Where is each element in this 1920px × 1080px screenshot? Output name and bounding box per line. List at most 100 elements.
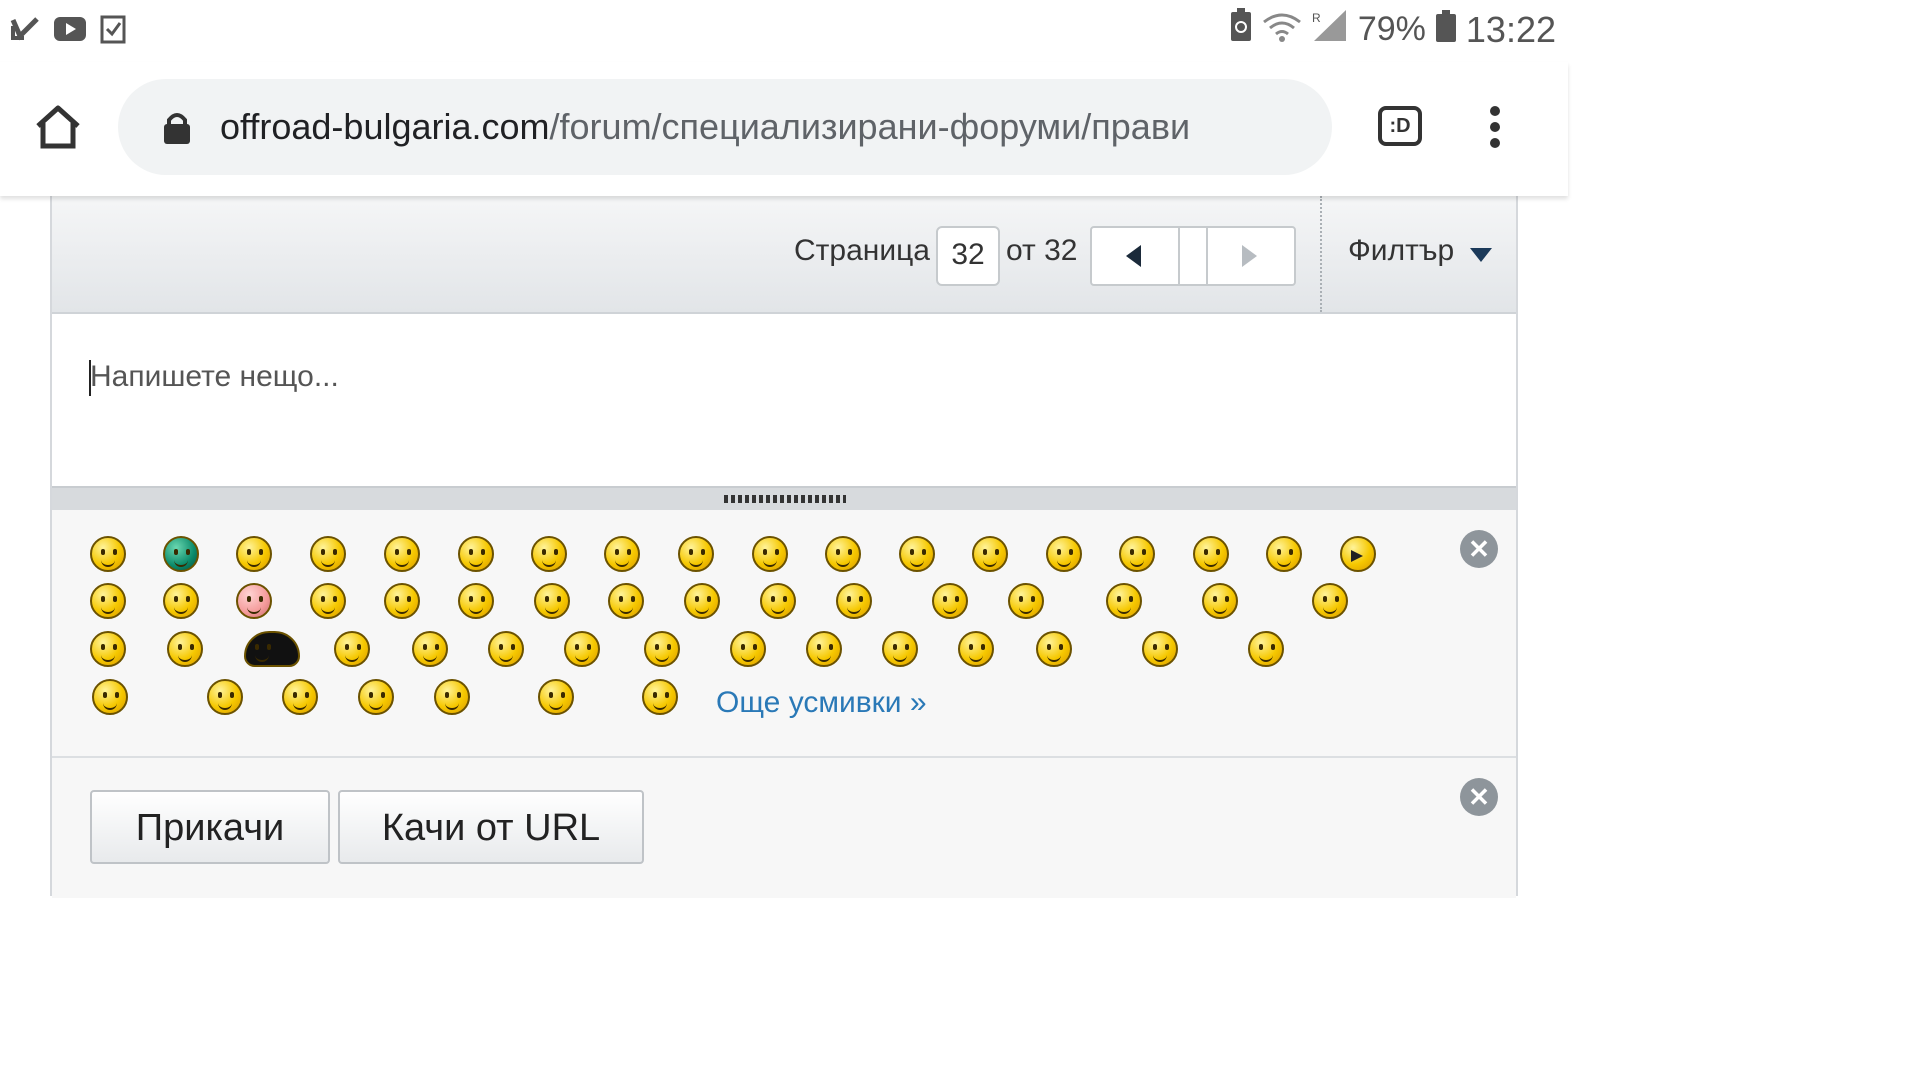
smiley-icon[interactable] <box>531 536 567 572</box>
smiley-icon[interactable] <box>458 583 494 619</box>
status-bar: R 79% 13:22 <box>0 0 1568 62</box>
smiley-icon[interactable] <box>825 536 861 572</box>
check-notification-icon <box>10 14 40 44</box>
smilies-panel: Още усмивки » ✕ <box>52 510 1516 758</box>
smiley-icon[interactable] <box>167 631 203 667</box>
smiley-icon[interactable] <box>932 583 968 619</box>
page-count-label: от 32 <box>1006 234 1078 267</box>
lock-icon[interactable] <box>162 110 192 149</box>
task-icon <box>100 14 126 44</box>
smiley-icon[interactable] <box>1312 583 1348 619</box>
attach-button[interactable]: Прикачи <box>90 790 330 864</box>
smiley-icon[interactable] <box>384 536 420 572</box>
smiley-icon[interactable] <box>1008 583 1044 619</box>
filter-button[interactable]: Филтър <box>1348 234 1454 268</box>
smiley-icon[interactable] <box>564 631 600 667</box>
next-page-button[interactable] <box>1208 228 1294 284</box>
smiley-icon[interactable] <box>1266 536 1302 572</box>
smiley-icon[interactable] <box>236 536 272 572</box>
home-icon[interactable] <box>34 104 82 155</box>
smiley-icon[interactable] <box>1046 536 1082 572</box>
smiley-icon[interactable] <box>760 583 796 619</box>
svg-text:R: R <box>1312 11 1321 25</box>
smiley-icon[interactable] <box>608 583 644 619</box>
smiley-icon[interactable] <box>642 679 678 715</box>
url-path: /forum/специализирани-форуми/прави <box>549 106 1191 147</box>
battery-icon <box>1435 9 1456 51</box>
smiley-icon[interactable] <box>972 536 1008 572</box>
wifi-icon <box>1262 9 1302 51</box>
upload-from-url-button[interactable]: Качи от URL <box>338 790 644 864</box>
page-nav <box>1090 226 1296 286</box>
page-label: Страница <box>794 234 930 267</box>
battery-percent: 79% <box>1357 10 1426 48</box>
status-bar-right: R 79% 13:22 <box>1230 8 1556 51</box>
arrow-left-icon <box>1126 245 1141 267</box>
smiley-icon[interactable] <box>958 631 994 667</box>
smiley-icon[interactable] <box>163 583 199 619</box>
smiley-icon[interactable] <box>730 631 766 667</box>
smiley-icon[interactable] <box>1106 583 1142 619</box>
smiley-icon[interactable] <box>384 583 420 619</box>
smiley-icon[interactable] <box>1202 583 1238 619</box>
url-domain: offroad-bulgaria.com <box>220 106 550 147</box>
smiley-icon[interactable] <box>90 583 126 619</box>
smiley-icon[interactable] <box>836 583 872 619</box>
close-icon[interactable]: ✕ <box>1460 778 1498 816</box>
smiley-icon[interactable] <box>488 631 524 667</box>
smiley-icon[interactable] <box>434 679 470 715</box>
clock: 13:22 <box>1465 8 1556 50</box>
arrow-smiley-icon[interactable] <box>1340 536 1376 572</box>
smiley-icon[interactable] <box>644 631 680 667</box>
smiley-icon[interactable] <box>92 679 128 715</box>
prev-page-button[interactable] <box>1092 228 1180 284</box>
smiley-icon[interactable] <box>1193 536 1229 572</box>
smiley-icon[interactable] <box>604 536 640 572</box>
smiley-icon[interactable] <box>90 536 126 572</box>
smiley-icon[interactable] <box>752 536 788 572</box>
smiley-icon[interactable] <box>412 631 448 667</box>
chevron-down-icon[interactable] <box>1470 248 1492 262</box>
smiley-icon[interactable] <box>282 679 318 715</box>
smiley-icon[interactable] <box>882 631 918 667</box>
signal-icon: R <box>1312 9 1348 51</box>
overflow-menu-icon[interactable] <box>1490 106 1504 154</box>
smiley-icon[interactable] <box>310 536 346 572</box>
editor-resize-handle[interactable] <box>52 486 1516 510</box>
tab-switcher-button[interactable]: :D <box>1378 106 1422 146</box>
reply-editor[interactable]: Напишете нещо... <box>52 314 1516 486</box>
smiley-icon[interactable] <box>1119 536 1155 572</box>
smiley-icon[interactable] <box>207 679 243 715</box>
smiley-icon[interactable] <box>899 536 935 572</box>
forum-reply-panel: Страница 32 от 32 Филтър Напишете нещо..… <box>50 196 1518 898</box>
close-icon[interactable]: ✕ <box>1460 530 1498 568</box>
page-nav-divider <box>1180 228 1208 284</box>
page-number-input[interactable]: 32 <box>936 226 1000 286</box>
address-bar[interactable]: offroad-bulgaria.com/forum/специализиран… <box>118 79 1332 175</box>
more-smilies-link[interactable]: Още усмивки » <box>716 686 927 720</box>
smiley-icon[interactable] <box>678 536 714 572</box>
browser-toolbar: offroad-bulgaria.com/forum/специализиран… <box>0 62 1568 196</box>
smiley-icon[interactable] <box>1248 631 1284 667</box>
smiley-icon[interactable] <box>358 679 394 715</box>
smiley-icon[interactable] <box>1142 631 1178 667</box>
smiley-icon[interactable] <box>538 679 574 715</box>
status-bar-left <box>10 14 126 44</box>
smiley-icon[interactable] <box>334 631 370 667</box>
pagination-toolbar: Страница 32 от 32 Филтър <box>52 196 1516 314</box>
url-text[interactable]: offroad-bulgaria.com/forum/специализиран… <box>220 99 1310 155</box>
youtube-icon <box>54 17 86 41</box>
battery-saver-icon <box>1230 8 1252 51</box>
smiley-icon[interactable] <box>236 583 272 619</box>
smiley-icon[interactable] <box>1036 631 1072 667</box>
smiley-icon[interactable] <box>163 536 199 572</box>
smiley-icon[interactable] <box>90 631 126 667</box>
smiley-icon[interactable] <box>244 631 300 667</box>
smiley-icon[interactable] <box>534 583 570 619</box>
smiley-icon[interactable] <box>458 536 494 572</box>
smiley-icon[interactable] <box>684 583 720 619</box>
arrow-right-icon <box>1242 245 1257 267</box>
smiley-icon[interactable] <box>806 631 842 667</box>
toolbar-divider <box>1320 196 1322 312</box>
smiley-icon[interactable] <box>310 583 346 619</box>
